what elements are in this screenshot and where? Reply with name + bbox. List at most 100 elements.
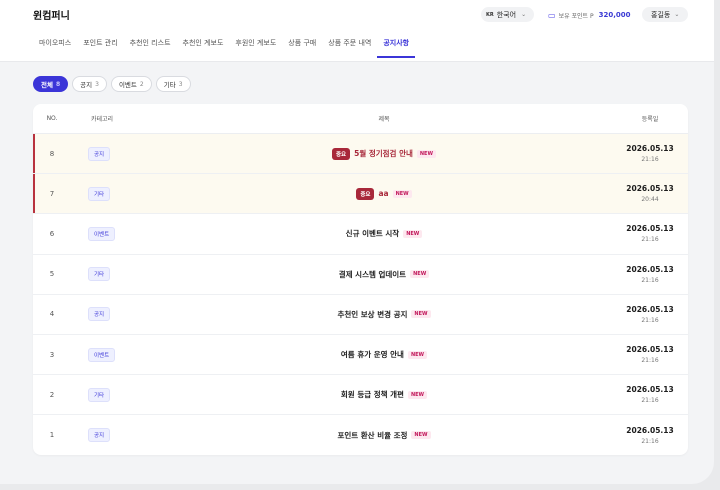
brand-logo[interactable]: 윈컴퍼니: [33, 7, 70, 22]
nav-item-label: 포인트 관리: [83, 39, 118, 47]
nav-item[interactable]: 상품 구매: [282, 38, 322, 58]
row-date-cell: 2026.05.13 21:16: [620, 426, 680, 445]
nav-item[interactable]: 추천인 계보도: [177, 38, 230, 58]
row-date: 2026.05.13: [626, 184, 674, 194]
row-title-cell[interactable]: 회원 등급 정책 개편 NEW: [148, 389, 620, 400]
row-time: 21:16: [641, 357, 659, 365]
nav-item[interactable]: 마이오피스: [33, 38, 77, 58]
category-filters: 전체 8 공지 3 이벤트 2 기타 3: [33, 76, 191, 92]
table-row[interactable]: 1 공지 포인트 환산 비율 조정 NEW 2026.05.13 21:16: [33, 415, 688, 455]
row-number: 3: [49, 350, 55, 359]
row-number: 5: [49, 270, 55, 279]
table-row[interactable]: 7 기타 중요 aa NEW 2026.05.13 20:44: [33, 174, 688, 215]
row-date-cell: 2026.05.13 21:16: [620, 385, 680, 404]
filter-pill[interactable]: 기타 3: [155, 76, 191, 92]
row-title[interactable]: 결제 시스템 업데이트: [339, 269, 406, 280]
row-title-cell[interactable]: 결제 시스템 업데이트 NEW: [148, 269, 620, 280]
filter-label: 이벤트: [118, 81, 137, 89]
row-time: 21:16: [641, 397, 659, 405]
row-title-cell[interactable]: 중요 aa NEW: [148, 187, 620, 200]
language-selector[interactable]: KR 한국어 ⌄: [481, 7, 534, 22]
wallet-icon: ▭: [548, 10, 556, 20]
row-date: 2026.05.13: [626, 425, 674, 435]
row-number: 7: [49, 189, 55, 198]
col-title: 제목: [378, 116, 390, 123]
notice-table: NO. 카테고리 제목 등록일 8 공지 중요 5월 정기점검 안내 NEW 2026.0…: [33, 104, 688, 455]
row-date: 2026.05.13: [626, 224, 674, 234]
row-title[interactable]: 5월 정기점검 안내: [354, 148, 413, 159]
user-menu[interactable]: 홍길동 ⌄: [642, 7, 688, 22]
row-date-cell: 2026.05.13 21:16: [620, 144, 680, 163]
nav-item[interactable]: 후원인 계보도: [229, 38, 282, 58]
row-number: 4: [49, 310, 55, 319]
row-number: 1: [49, 431, 55, 440]
nav-item[interactable]: 추천인 리스트: [124, 38, 177, 58]
row-category: 기타: [88, 387, 148, 402]
nav-item-label: 마이오피스: [39, 39, 72, 47]
row-title-cell[interactable]: 추천인 보상 변경 공지 NEW: [148, 309, 620, 320]
new-badge: NEW: [410, 270, 430, 279]
new-badge: NEW: [403, 229, 423, 238]
row-time: 21:16: [641, 236, 659, 244]
filter-label: 전체: [41, 81, 53, 89]
category-badge: 이벤트: [88, 347, 116, 362]
row-date: 2026.05.13: [626, 385, 674, 395]
row-title[interactable]: 회원 등급 정책 개편: [341, 389, 404, 400]
row-title[interactable]: 신규 이벤트 시작: [346, 228, 400, 239]
category-badge: 공지: [88, 428, 111, 443]
row-category: 공지: [88, 146, 148, 161]
row-title-cell[interactable]: 여름 휴가 운영 안내 NEW: [148, 349, 620, 360]
nav-item-label: 추천인 리스트: [129, 39, 171, 47]
language-code: KR: [486, 11, 494, 18]
row-title[interactable]: 추천인 보상 변경 공지: [337, 309, 407, 320]
nav-item-label: 추천인 계보도: [182, 39, 224, 47]
row-title-cell[interactable]: 신규 이벤트 시작 NEW: [148, 228, 620, 239]
category-badge: 공지: [88, 307, 111, 322]
row-time: 21:16: [641, 156, 659, 164]
nav-item-label: 상품 구매: [288, 39, 317, 47]
table-row[interactable]: 3 이벤트 여름 휴가 운영 안내 NEW 2026.05.13 21:16: [33, 335, 688, 376]
filter-pill[interactable]: 전체 8: [33, 76, 69, 92]
main-nav: 마이오피스 포인트 관리 추천인 리스트 추천인 계보도 후원인 계보도 상품 구매 상품 …: [33, 38, 416, 58]
row-category: 공지: [88, 428, 148, 443]
row-date: 2026.05.13: [626, 264, 674, 274]
col-no: NO.: [46, 115, 58, 122]
nav-item[interactable]: 포인트 관리: [77, 38, 123, 58]
row-number: 2: [49, 390, 55, 399]
nav-item[interactable]: 공지사항: [377, 38, 416, 58]
row-title[interactable]: aa: [378, 189, 388, 198]
row-date: 2026.05.13: [626, 345, 674, 355]
points-value: 320,000: [598, 11, 631, 19]
table-row[interactable]: 5 기타 결제 시스템 업데이트 NEW 2026.05.13 21:16: [33, 255, 688, 295]
row-category: 기타: [88, 267, 148, 282]
filter-pill[interactable]: 이벤트 2: [110, 76, 152, 92]
row-category: 이벤트: [88, 226, 148, 241]
row-date-cell: 2026.05.13 21:16: [620, 265, 680, 284]
nav-item[interactable]: 상품 주문 내역: [322, 38, 377, 58]
table-row[interactable]: 8 공지 중요 5월 정기점검 안내 NEW 2026.05.13 21:16: [33, 134, 688, 175]
new-badge: NEW: [407, 390, 428, 399]
category-badge: 기타: [88, 186, 111, 201]
new-badge: NEW: [411, 431, 431, 440]
filter-count: 8: [55, 80, 61, 88]
table-row[interactable]: 6 이벤트 신규 이벤트 시작 NEW 2026.05.13 21:16: [33, 214, 688, 255]
row-title[interactable]: 포인트 환산 비율 조정: [337, 430, 407, 441]
row-date-cell: 2026.05.13 21:16: [620, 305, 680, 324]
table-row[interactable]: 4 공지 추천인 보상 변경 공지 NEW 2026.05.13 21:16: [33, 295, 688, 335]
new-badge: NEW: [411, 310, 431, 319]
row-title-cell[interactable]: 중요 5월 정기점검 안내 NEW: [148, 147, 620, 160]
new-badge: NEW: [416, 149, 436, 158]
chevron-down-icon: ⌄: [521, 11, 527, 18]
row-date-cell: 2026.05.13 21:16: [620, 224, 680, 243]
filter-pill[interactable]: 공지 3: [72, 76, 107, 92]
category-badge: 공지: [88, 146, 111, 161]
category-badge: 기타: [88, 387, 111, 402]
filter-count: 3: [95, 80, 99, 88]
important-badge: 중요: [332, 147, 351, 160]
col-category: 카테고리: [91, 116, 114, 123]
row-title[interactable]: 여름 휴가 운영 안내: [341, 349, 404, 360]
row-title-cell[interactable]: 포인트 환산 비율 조정 NEW: [148, 430, 620, 441]
table-row[interactable]: 2 기타 회원 등급 정책 개편 NEW 2026.05.13 21:16: [33, 375, 688, 416]
new-badge: NEW: [392, 189, 412, 198]
new-badge: NEW: [407, 350, 428, 359]
